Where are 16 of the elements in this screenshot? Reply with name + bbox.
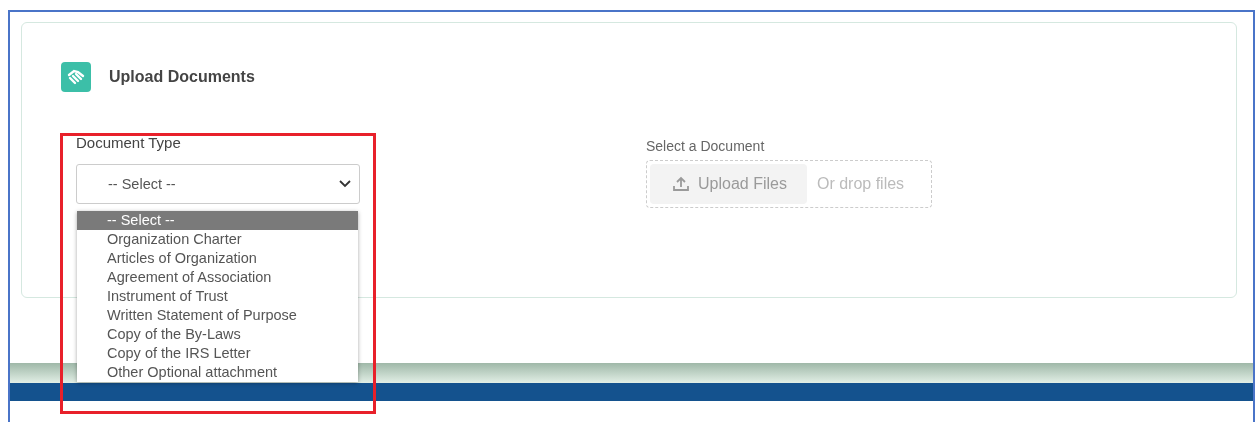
dropdown-option[interactable]: Organization Charter — [77, 230, 358, 249]
field-label: Document Type — [76, 134, 182, 151]
dropdown-option[interactable]: Other Optional attachment — [77, 363, 358, 382]
dropdown-option[interactable]: -- Select -- — [77, 211, 358, 230]
dropdown-option[interactable]: Articles of Organization — [77, 249, 358, 268]
drop-hint: Or drop files — [816, 175, 905, 193]
dropdown-option[interactable]: Agreement of Association — [77, 268, 358, 287]
upload-icon — [672, 175, 690, 193]
section-title: Upload Documents — [109, 68, 255, 86]
dropdown-option[interactable]: Written Statement of Purpose — [77, 306, 358, 325]
field-label: Select a Document — [646, 138, 766, 154]
dropdown-option[interactable]: Instrument of Trust — [77, 287, 358, 306]
document-type-select[interactable]: -- Select -- — [76, 164, 360, 204]
chevron-down-icon — [339, 180, 351, 188]
dropdown-option[interactable]: Copy of the By-Laws — [77, 325, 358, 344]
dropdown-option[interactable]: Copy of the IRS Letter — [77, 344, 358, 363]
